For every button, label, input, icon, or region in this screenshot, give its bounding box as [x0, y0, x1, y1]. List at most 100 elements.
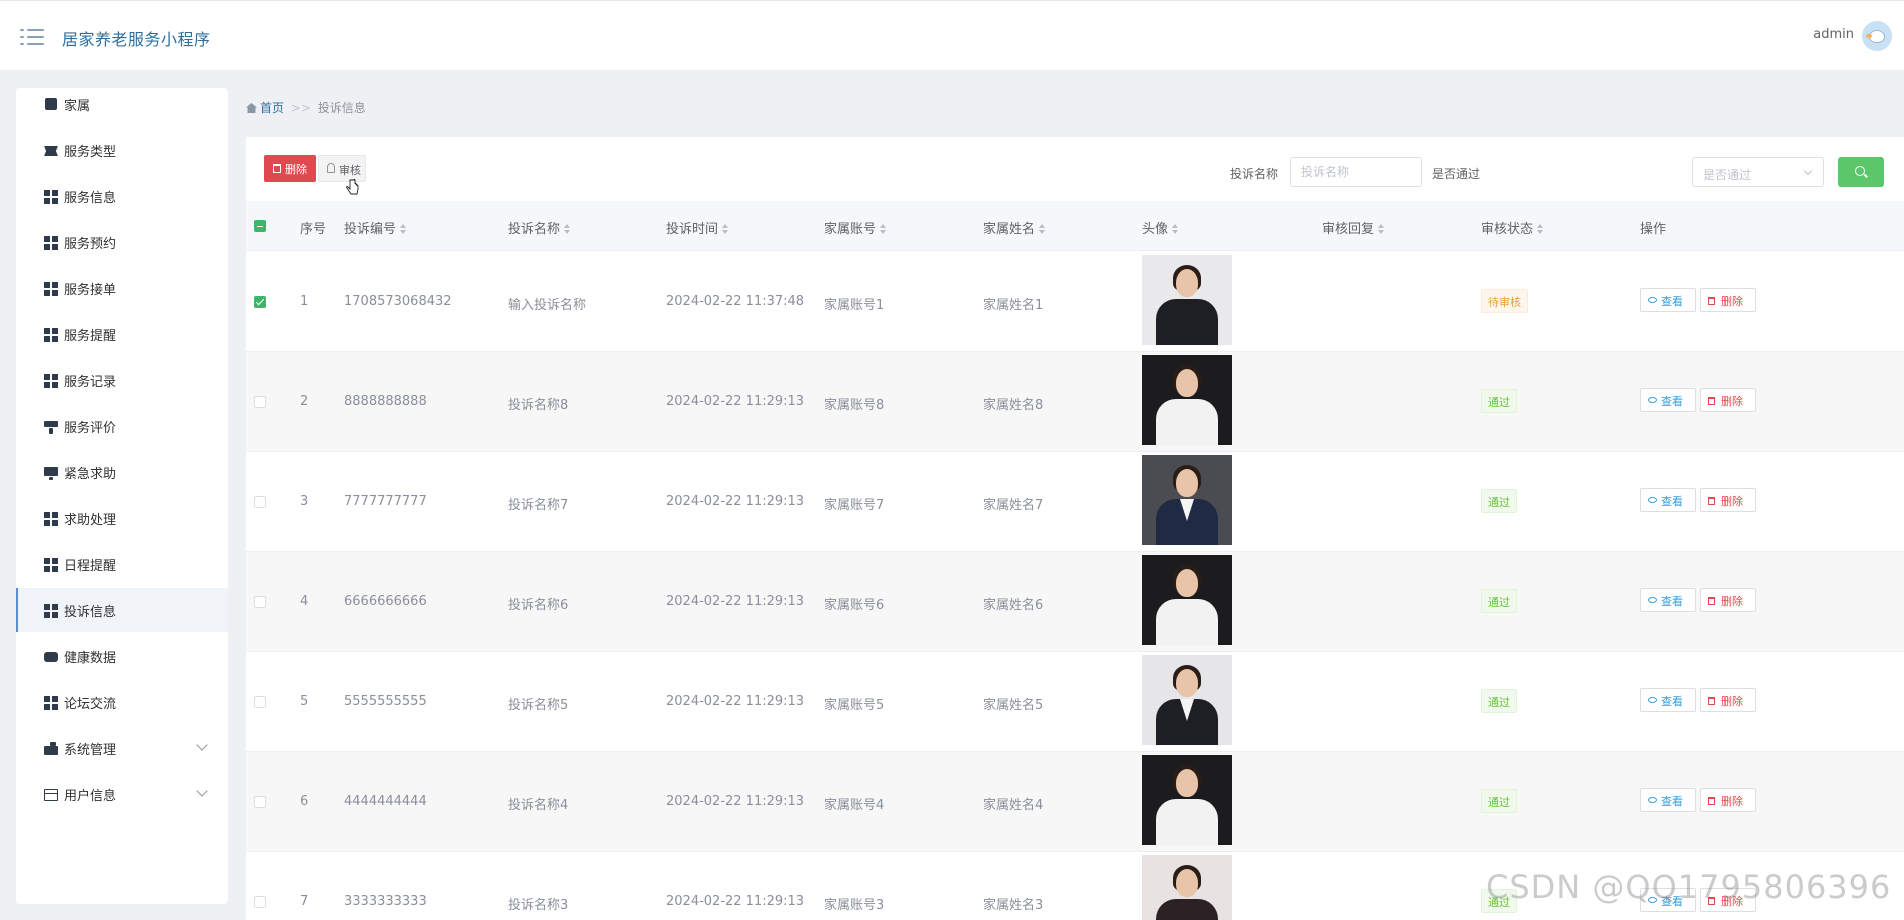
sidebar-item-7[interactable]: 服务评价 — [16, 404, 228, 448]
row-checkbox[interactable] — [254, 796, 266, 808]
row-checkbox[interactable] — [254, 696, 266, 708]
avatar-photo[interactable] — [1142, 855, 1232, 920]
sort-icon[interactable] — [564, 224, 571, 234]
view-button[interactable]: 查看 — [1640, 588, 1696, 612]
cell-index: 3 — [300, 494, 309, 509]
delete-button[interactable]: 删除 — [1700, 488, 1756, 512]
delete-button[interactable]: 删除 — [1700, 388, 1756, 412]
cell-time: 2024-02-22 11:29:13 — [666, 694, 805, 709]
table-header: 序号 投诉编号 投诉名称 投诉时间 家属账号 家属姓名 头像 审核回复 审核状态… — [246, 201, 1904, 251]
sidebar-item-1[interactable]: 服务类型 — [16, 128, 228, 172]
cell-code: 6666666666 — [344, 594, 427, 609]
grid-icon — [44, 604, 58, 618]
cell-fullname: 家属姓名4 — [983, 798, 1044, 813]
row-checkbox[interactable] — [254, 596, 266, 608]
cell-fullname: 家属姓名7 — [983, 498, 1044, 513]
avatar-photo[interactable] — [1142, 755, 1232, 845]
cell-name: 输入投诉名称 — [508, 298, 587, 313]
search-button[interactable] — [1838, 157, 1884, 187]
col-photo[interactable]: 头像 — [1142, 218, 1179, 237]
cell-time: 2024-02-22 11:29:13 — [666, 594, 805, 609]
col-account[interactable]: 家属账号 — [824, 218, 887, 237]
cell-fullname: 家属姓名1 — [983, 298, 1044, 313]
card-icon — [44, 788, 58, 802]
sort-icon[interactable] — [1537, 224, 1544, 234]
sidebar-item-5[interactable]: 服务提醒 — [16, 312, 228, 356]
row-checkbox[interactable] — [254, 396, 266, 408]
status-badge: 待审核 — [1481, 289, 1528, 313]
delete-button[interactable]: 删除 — [1700, 788, 1756, 812]
row-checkbox[interactable] — [254, 896, 266, 908]
cell-name: 投诉名称5 — [508, 698, 569, 713]
sort-icon[interactable] — [722, 224, 729, 234]
avatar-photo[interactable] — [1142, 355, 1232, 445]
avatar-photo[interactable] — [1142, 255, 1232, 345]
trash-icon — [1708, 597, 1715, 605]
sidebar-item-3[interactable]: 服务预约 — [16, 220, 228, 264]
sidebar-item-12[interactable]: 健康数据 — [16, 634, 228, 678]
cell-code: 8888888888 — [344, 394, 427, 409]
avatar-photo[interactable] — [1142, 555, 1232, 645]
sort-icon[interactable] — [1378, 224, 1385, 234]
sort-icon[interactable] — [1172, 224, 1179, 234]
sidebar-item-14[interactable]: 系统管理 — [16, 726, 228, 770]
sidebar-item-4[interactable]: 服务接单 — [16, 266, 228, 310]
main-panel: 删除 审核 投诉名称 是否通过 是否通过 序号 投诉编号 投诉名称 投诉时间 家… — [246, 137, 1904, 920]
cell-index: 6 — [300, 794, 309, 809]
sidebar-item-11[interactable]: 投诉信息 — [16, 588, 228, 632]
batch-delete-button[interactable]: 删除 — [264, 155, 316, 182]
col-name[interactable]: 投诉名称 — [508, 218, 571, 237]
cell-name: 投诉名称8 — [508, 398, 569, 413]
trash-icon — [1708, 697, 1715, 705]
user-name[interactable]: admin — [1813, 27, 1854, 42]
col-fullname[interactable]: 家属姓名 — [983, 218, 1046, 237]
monitor-icon — [44, 466, 58, 480]
watermark: CSDN @QQ1795806396 — [1486, 868, 1892, 906]
sidebar-item-15[interactable]: 用户信息 — [16, 772, 228, 816]
sort-icon[interactable] — [400, 224, 407, 234]
sidebar-item-9[interactable]: 求助处理 — [16, 496, 228, 540]
sidebar-item-0[interactable]: 家属 — [16, 88, 228, 126]
col-reply[interactable]: 审核回复 — [1322, 218, 1385, 237]
delete-button[interactable]: 删除 — [1700, 588, 1756, 612]
delete-button[interactable]: 删除 — [1700, 688, 1756, 712]
sidebar-item-13[interactable]: 论坛交流 — [16, 680, 228, 724]
eye-icon — [1648, 297, 1657, 303]
user-icon — [327, 163, 335, 173]
audit-button[interactable]: 审核 — [318, 155, 366, 182]
menu-toggle-icon[interactable] — [20, 27, 44, 47]
avatar[interactable] — [1862, 21, 1892, 51]
sidebar-item-label: 求助处理 — [64, 513, 117, 528]
select-all-checkbox[interactable] — [254, 220, 266, 232]
delete-button[interactable]: 删除 — [1700, 288, 1756, 312]
pass-filter-select[interactable]: 是否通过 — [1692, 157, 1824, 187]
sidebar-item-10[interactable]: 日程提醒 — [16, 542, 228, 586]
col-status[interactable]: 审核状态 — [1481, 218, 1544, 237]
sidebar-item-8[interactable]: 紧急求助 — [16, 450, 228, 494]
home-icon — [246, 103, 257, 113]
status-badge: 通过 — [1481, 789, 1517, 813]
row-checkbox[interactable] — [254, 496, 266, 508]
col-time[interactable]: 投诉时间 — [666, 218, 729, 237]
avatar-photo[interactable] — [1142, 455, 1232, 545]
search-name-input[interactable] — [1290, 157, 1422, 187]
breadcrumb-home[interactable]: 首页 — [246, 101, 284, 115]
row-checkbox[interactable] — [254, 296, 266, 308]
grid-icon — [44, 236, 58, 250]
avatar-photo[interactable] — [1142, 655, 1232, 745]
sidebar-item-2[interactable]: 服务信息 — [16, 174, 228, 218]
view-button[interactable]: 查看 — [1640, 688, 1696, 712]
view-button[interactable]: 查看 — [1640, 788, 1696, 812]
cell-name: 投诉名称7 — [508, 498, 569, 513]
sidebar-item-6[interactable]: 服务记录 — [16, 358, 228, 402]
sort-icon[interactable] — [1039, 224, 1046, 234]
grid-icon — [44, 282, 58, 296]
view-button[interactable]: 查看 — [1640, 488, 1696, 512]
sidebar-item-label: 服务评价 — [64, 421, 117, 436]
view-button[interactable]: 查看 — [1640, 388, 1696, 412]
view-button[interactable]: 查看 — [1640, 288, 1696, 312]
cell-time: 2024-02-22 11:29:13 — [666, 894, 805, 909]
col-code[interactable]: 投诉编号 — [344, 218, 407, 237]
sort-icon[interactable] — [880, 224, 887, 234]
sidebar-item-label: 服务接单 — [64, 283, 117, 298]
